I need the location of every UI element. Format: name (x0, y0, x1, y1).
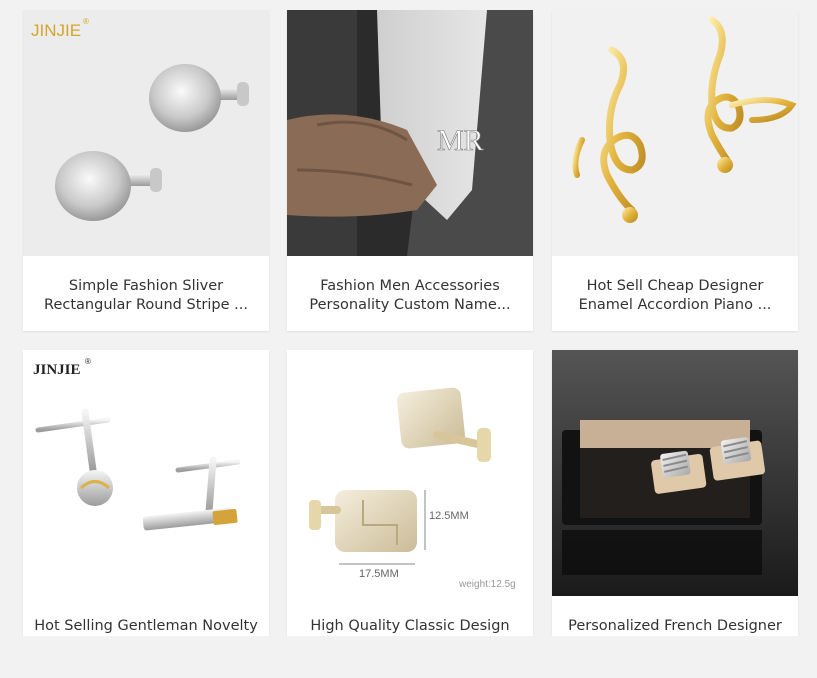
product-title[interactable]: High Quality Classic Design (297, 617, 523, 636)
svg-text:®: ® (83, 17, 89, 26)
product-card-classic-design-cufflinks[interactable]: 12.5MM 17.5MM weight:12.5g High Quality … (287, 350, 533, 636)
product-grid-viewport[interactable]: JINJIE ® Simple Fashion Sliver Rectangul… (0, 0, 817, 636)
product-title[interactable]: Simple Fashion Sliver Rectangular Round … (33, 277, 259, 315)
product-card-novelty-cufflinks[interactable]: JINJIE ® Hot Selling Gentleman Novelty (23, 350, 269, 636)
brand-logo: JINJIE (31, 21, 81, 40)
height-dimension-label: 12.5MM (429, 510, 469, 522)
page-bottom-area (0, 636, 817, 678)
brand-logo: JINJIE (33, 362, 81, 378)
product-grid: JINJIE ® Simple Fashion Sliver Rectangul… (0, 0, 817, 636)
product-title[interactable]: Fashion Men Accessories Personality Cust… (297, 277, 523, 315)
product-card-custom-name-cufflinks[interactable]: MR Fashion Men Accessories Personality C… (287, 10, 533, 331)
product-image[interactable]: MR (287, 10, 533, 256)
product-card-silver-cufflinks[interactable]: JINJIE ® Simple Fashion Sliver Rectangul… (23, 10, 269, 331)
product-image[interactable]: JINJIE ® (23, 350, 269, 596)
product-card-french-designer-cufflinks[interactable]: Personalized French Designer (552, 350, 798, 636)
product-title[interactable]: Hot Sell Cheap Designer Enamel Accordion… (562, 277, 788, 315)
product-image[interactable] (552, 350, 798, 596)
width-dimension-label: 17.5MM (359, 568, 399, 580)
engraving-text: MR (437, 124, 484, 157)
product-image[interactable]: JINJIE ® (23, 10, 269, 256)
product-card-music-note-cufflinks[interactable]: Hot Sell Cheap Designer Enamel Accordion… (552, 10, 798, 331)
weight-label: weight:12.5g (458, 579, 516, 590)
product-title[interactable]: Hot Selling Gentleman Novelty (33, 617, 259, 636)
svg-text:®: ® (85, 357, 91, 366)
product-image[interactable] (552, 10, 798, 256)
product-image[interactable]: 12.5MM 17.5MM weight:12.5g (287, 350, 533, 596)
product-title[interactable]: Personalized French Designer (562, 617, 788, 636)
